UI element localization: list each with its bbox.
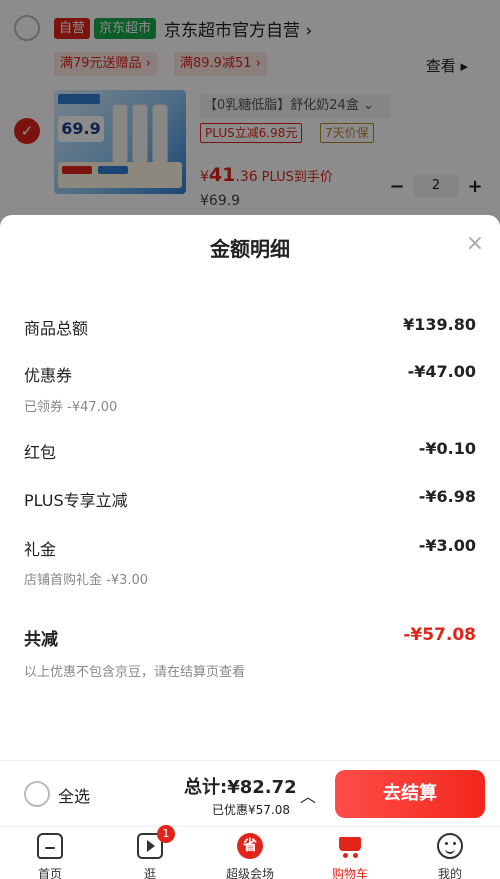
bottom-tab-bar: 首页 1 逛 省 超级会场 购物车 我的 — [0, 825, 500, 879]
amount-detail-sheet: 金额明细 × 商品总额 ¥139.80 优惠券 -¥47.00 已领券 -¥47… — [0, 215, 500, 760]
sheet-title: 金额明细 — [210, 237, 290, 261]
total-amount: 总计:¥82.72 — [184, 777, 297, 798]
tab-super-venue[interactable]: 省 超级会场 — [210, 831, 290, 879]
select-all-radio[interactable] — [24, 781, 50, 807]
save-money-icon: 省 — [237, 833, 263, 859]
smiley-icon — [437, 833, 463, 859]
cart-icon — [337, 833, 363, 859]
gift-money-sub: 店铺首购礼金 -¥3.00 — [24, 573, 149, 588]
chevron-up-icon[interactable]: ︿ — [300, 783, 316, 807]
checkout-bar: 全选 总计:¥82.72 已优惠¥57.08 ︿ 去结算 — [0, 760, 500, 826]
select-all-label[interactable]: 全选 — [58, 783, 90, 807]
home-icon — [37, 833, 63, 859]
tab-me[interactable]: 我的 — [410, 831, 490, 879]
tab-home[interactable]: 首页 — [10, 831, 90, 879]
coupon-sub: 已领券 -¥47.00 — [24, 400, 118, 415]
checkout-button[interactable]: 去结算 — [335, 770, 485, 818]
tab-stroll[interactable]: 1 逛 — [110, 825, 190, 879]
close-icon[interactable]: × — [464, 233, 486, 255]
notification-badge: 1 — [157, 825, 175, 843]
discount-amount: 已优惠¥57.08 — [212, 803, 290, 817]
tab-cart[interactable]: 购物车 — [310, 831, 390, 879]
discount-note: 以上优惠不包含京豆，请在结算页查看 — [24, 665, 246, 680]
